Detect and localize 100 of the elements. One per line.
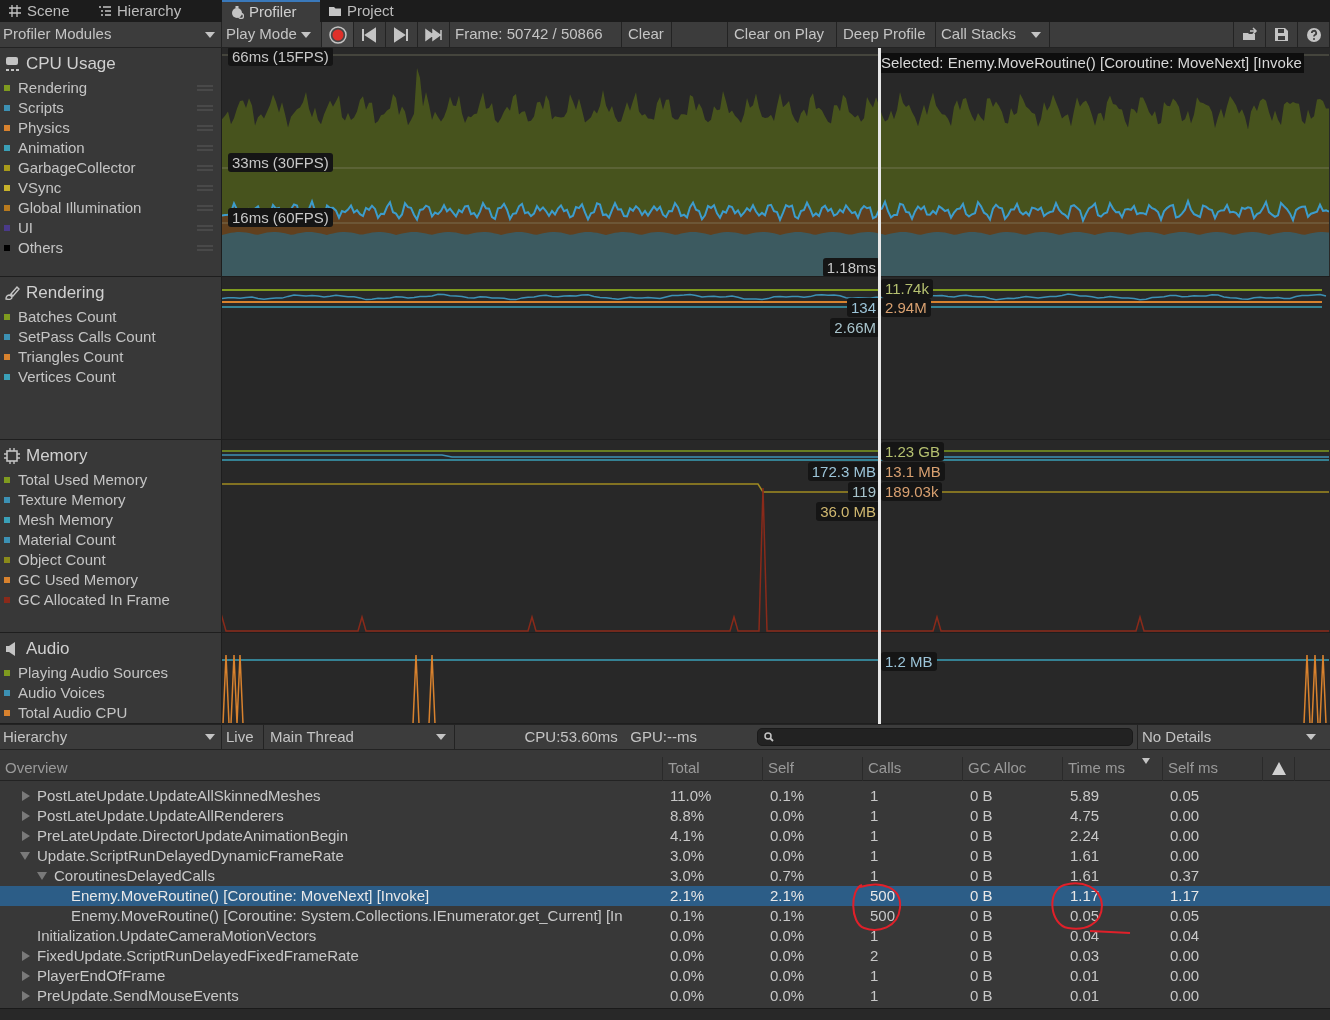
table-row[interactable]: PreUpdate.SendMouseEvents 0.0% 0.0% 1 0 B 0.01 0.00 — [0, 986, 1330, 1006]
modules-dropdown[interactable]: Profiler Modules — [0, 22, 222, 47]
module-title[interactable]: CPU Usage — [26, 51, 116, 77]
call-stacks-dropdown[interactable]: Call Stacks — [936, 22, 1050, 47]
table-cell-text: 1 — [870, 785, 879, 806]
folder-icon — [328, 4, 342, 18]
function-name: Enemy.MoveRoutine() [Coroutine: System.Collections.IEnumerator.get_Current] [In — [71, 906, 623, 926]
table-cell-text: 4.75 — [1070, 805, 1100, 826]
table-cell-text: 500 — [870, 905, 896, 926]
chart-value-label: 36.0 MB — [816, 502, 880, 521]
table-cell-text: 0.00 — [1170, 845, 1200, 866]
table-cell-text: 0.0% — [770, 985, 805, 1006]
table-cell-text: 0.0% — [770, 845, 805, 866]
table-cell-text: 0 B — [970, 945, 993, 966]
skip-to-end-icon — [424, 26, 443, 43]
table-cell-text: 0.03 — [1070, 945, 1100, 966]
table-cell-text: 1.17 — [1170, 885, 1200, 906]
caret-icon — [300, 31, 311, 38]
table-cell-text: 5.89 — [1070, 785, 1100, 806]
editor-tab[interactable]: Profiler — [222, 0, 320, 22]
function-name: Initialization.UpdateCameraMotionVectors — [37, 926, 317, 946]
function-name: PreUpdate.SendMouseEvents — [37, 986, 239, 1006]
search-field[interactable] — [757, 728, 1133, 746]
selection-tooltip: Selected: Enemy.MoveRoutine() [Coroutine: MoveNext] [Invoke — [879, 53, 1304, 73]
record-button[interactable] — [322, 22, 354, 47]
table-row[interactable]: PostLateUpdate.UpdateAllSkinnedMeshes 11.0% 0.1% 1 0 B 5.89 0.05 — [0, 786, 1330, 806]
column-header[interactable]: GC Alloc — [963, 756, 1063, 781]
table-row[interactable]: Update.ScriptRunDelayedDynamicFrameRate 3.0% 0.0% 1 0 B 1.61 0.00 — [0, 846, 1330, 866]
table-cell-text: 0 B — [970, 785, 993, 806]
table-cell-text: 0.0% — [670, 945, 705, 966]
folder-arrow-icon — [1241, 26, 1258, 43]
table-cell-text: 0 B — [970, 865, 993, 886]
table-cell-text: 2.1% — [770, 885, 805, 906]
chart-value-label: 1.2 MB — [881, 652, 937, 671]
view-dropdown[interactable]: Hierarchy — [0, 725, 222, 749]
table-cell-text: 0.0% — [770, 825, 805, 846]
editor-tab[interactable]: Project — [320, 0, 420, 22]
table-cell-text: 1 — [870, 845, 879, 866]
table-cell-text: 0.0% — [770, 805, 805, 826]
column-header[interactable]: Overview — [0, 756, 663, 781]
table-cell-text: 0.0% — [670, 965, 705, 986]
table-row[interactable]: FixedUpdate.ScriptRunDelayedFixedFrameRate 0.0% 0.0% 2 0 B 0.03 0.00 — [0, 946, 1330, 966]
module-title[interactable]: Audio — [26, 636, 70, 662]
table-row[interactable]: Enemy.MoveRoutine() [Coroutine: System.Collections.IEnumerator.get_Current] [In 0.1% 0.1% 500 0 B 0.05 0.05 — [0, 906, 1330, 926]
table-cell-text: 500 — [870, 885, 896, 906]
table-cell-text: 1 — [870, 865, 879, 886]
warning-icon — [1271, 762, 1286, 775]
function-name: FixedUpdate.ScriptRunDelayedFixedFrameRate — [37, 946, 359, 966]
step-forward-icon — [392, 26, 411, 43]
table-cell-text: 0.37 — [1170, 865, 1200, 886]
caret-icon — [436, 734, 446, 740]
chart-value-label: 2.94M — [881, 298, 931, 317]
table-cell-text: 0 B — [970, 985, 993, 1006]
column-header[interactable]: Time ms — [1063, 756, 1163, 781]
table-row[interactable]: CoroutinesDelayedCalls 3.0% 0.7% 1 0 B 1.61 0.37 — [0, 866, 1330, 886]
table-cell-text: 0 B — [970, 825, 993, 846]
table-cell-text: 3.0% — [670, 845, 705, 866]
module-title[interactable]: Memory — [26, 443, 88, 469]
table-cell-text: 0.00 — [1170, 965, 1200, 986]
editor-tab[interactable]: Hierarchy — [90, 0, 222, 22]
column-header[interactable]: Self ms — [1163, 756, 1263, 781]
table-cell-text: 2.24 — [1070, 825, 1100, 846]
step-back-icon — [360, 26, 379, 43]
table-row[interactable]: PostLateUpdate.UpdateAllRenderers 8.8% 0.0% 1 0 B 4.75 0.00 — [0, 806, 1330, 826]
table-cell-text: 0.7% — [770, 865, 805, 886]
timing-readout: CPU:53.60ms GPU:--ms — [523, 726, 698, 747]
details-dropdown[interactable]: No Details — [1137, 725, 1322, 749]
thread-dropdown[interactable]: Main Thread — [264, 725, 455, 749]
chart-value-label: 11.74k — [881, 279, 933, 298]
stopwatch-icon — [230, 5, 244, 19]
column-header[interactable]: Self — [763, 756, 863, 781]
table-cell-text: 4.1% — [670, 825, 705, 846]
table-cell-text: 0.00 — [1170, 985, 1200, 1006]
table-cell-text: 0 B — [970, 845, 993, 866]
chart-value-label: 66ms (15FPS) — [228, 48, 333, 66]
table-row[interactable]: Initialization.UpdateCameraMotionVectors 0.0% 0.0% 1 0 B 0.04 0.04 — [0, 926, 1330, 946]
table-cell-text: 0.1% — [670, 905, 705, 926]
table-cell-text: 0.0% — [770, 925, 805, 946]
editor-tab[interactable]: Scene — [0, 0, 90, 22]
table-cell-text: 1 — [870, 985, 879, 1006]
chip-icon — [4, 448, 20, 464]
table-cell-text: 0.0% — [670, 985, 705, 1006]
function-name: Enemy.MoveRoutine() [Coroutine: MoveNext] [Invoke] — [71, 886, 430, 906]
chart-value-label: 33ms (30FPS) — [228, 153, 333, 172]
chart-value-label: 1.18ms — [822, 258, 880, 276]
grid-icon — [8, 4, 22, 18]
table-cell-text: 1 — [870, 805, 879, 826]
live-button[interactable]: Live — [222, 725, 264, 749]
function-name: Update.ScriptRunDelayedDynamicFrameRate — [37, 846, 344, 866]
column-header[interactable]: Calls — [863, 756, 963, 781]
selected-row[interactable]: Enemy.MoveRoutine() [Coroutine: MoveNext] [Invoke] 2.1% 2.1% 500 0 B 1.17 1.17 — [0, 886, 1330, 906]
caret-icon — [205, 31, 215, 38]
column-header[interactable]: Total — [663, 756, 763, 781]
module-title[interactable]: Rendering — [26, 280, 105, 306]
chart-value-label: 134 — [846, 298, 880, 317]
table-cell-text: 0.1% — [770, 905, 805, 926]
table-row[interactable]: PreLateUpdate.DirectorUpdateAnimationBegin 4.1% 0.0% 1 0 B 2.24 0.00 — [0, 826, 1330, 846]
table-row[interactable]: PlayerEndOfFrame 0.0% 0.0% 1 0 B 0.01 0.00 — [0, 966, 1330, 986]
table-cell-text: 0.05 — [1170, 785, 1200, 806]
table-cell-text: 0.0% — [770, 965, 805, 986]
